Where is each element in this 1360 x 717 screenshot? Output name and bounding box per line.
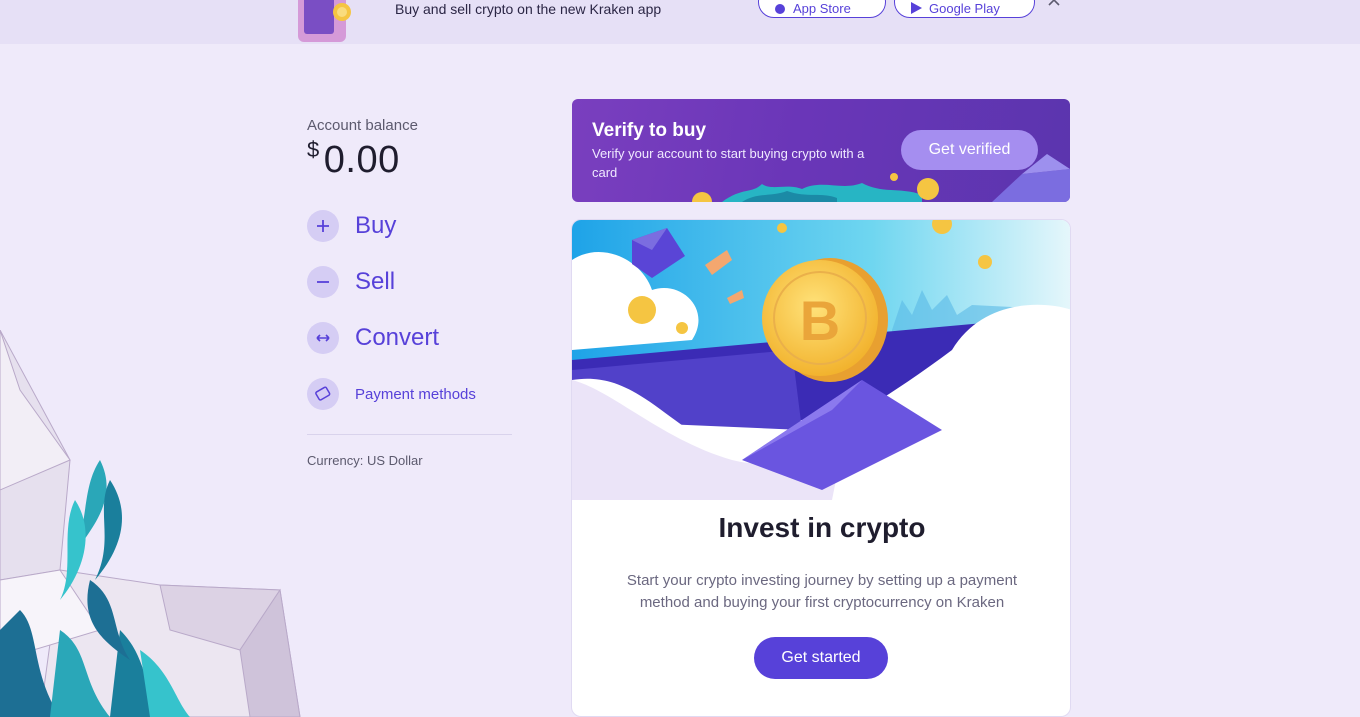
account-balance-value: $0.00 [307, 137, 400, 182]
get-started-button[interactable]: Get started [754, 637, 888, 679]
decorative-crystal-art [0, 330, 301, 717]
invest-illustration: B [572, 220, 1070, 500]
app-store-label: App Store [793, 0, 851, 16]
verify-subtitle: Verify your account to start buying cryp… [592, 146, 865, 180]
close-icon[interactable] [1046, 0, 1062, 8]
buy-label: Buy [355, 212, 397, 239]
convert-button[interactable]: Convert [307, 322, 439, 354]
currency-symbol: $ [307, 137, 320, 162]
swap-arrows-icon [307, 322, 339, 354]
google-play-button[interactable]: Google Play [894, 0, 1035, 18]
sell-button[interactable]: Sell [307, 266, 395, 298]
app-store-button[interactable]: App Store [758, 0, 886, 18]
card-icon [307, 378, 339, 410]
convert-label: Convert [355, 324, 440, 351]
phone-card-icon [298, 0, 351, 42]
currency-note: Currency: US Dollar [307, 453, 423, 468]
get-verified-button[interactable]: Get verified [901, 130, 1038, 170]
verify-card: Verify to buy Verify your account to sta… [572, 99, 1070, 202]
invest-title: Invest in crypto [718, 512, 926, 543]
buy-button[interactable]: Buy [307, 210, 396, 242]
svg-text:B: B [800, 289, 840, 352]
payment-methods-label: Payment methods [355, 385, 476, 403]
payment-methods-button[interactable]: Payment methods [307, 378, 476, 410]
divider [307, 434, 512, 435]
plus-icon [307, 210, 339, 242]
balance-amount: 0.00 [323, 139, 400, 181]
sell-label: Sell [355, 268, 396, 295]
banner-text: Buy and sell crypto on the new Kraken ap… [395, 1, 662, 17]
minus-icon [307, 266, 339, 298]
app-promo-banner: Buy and sell crypto on the new Kraken ap… [0, 0, 1360, 44]
account-balance-label: Account balance [307, 117, 418, 134]
invest-description: Start your crypto investing journey by s… [626, 572, 1018, 611]
verify-title: Verify to buy [592, 120, 707, 141]
invest-card: B Invest in crypto Start your crypto inv… [571, 219, 1071, 717]
google-play-icon [911, 2, 922, 14]
google-play-label: Google Play [929, 0, 1000, 16]
apple-icon [775, 4, 785, 14]
